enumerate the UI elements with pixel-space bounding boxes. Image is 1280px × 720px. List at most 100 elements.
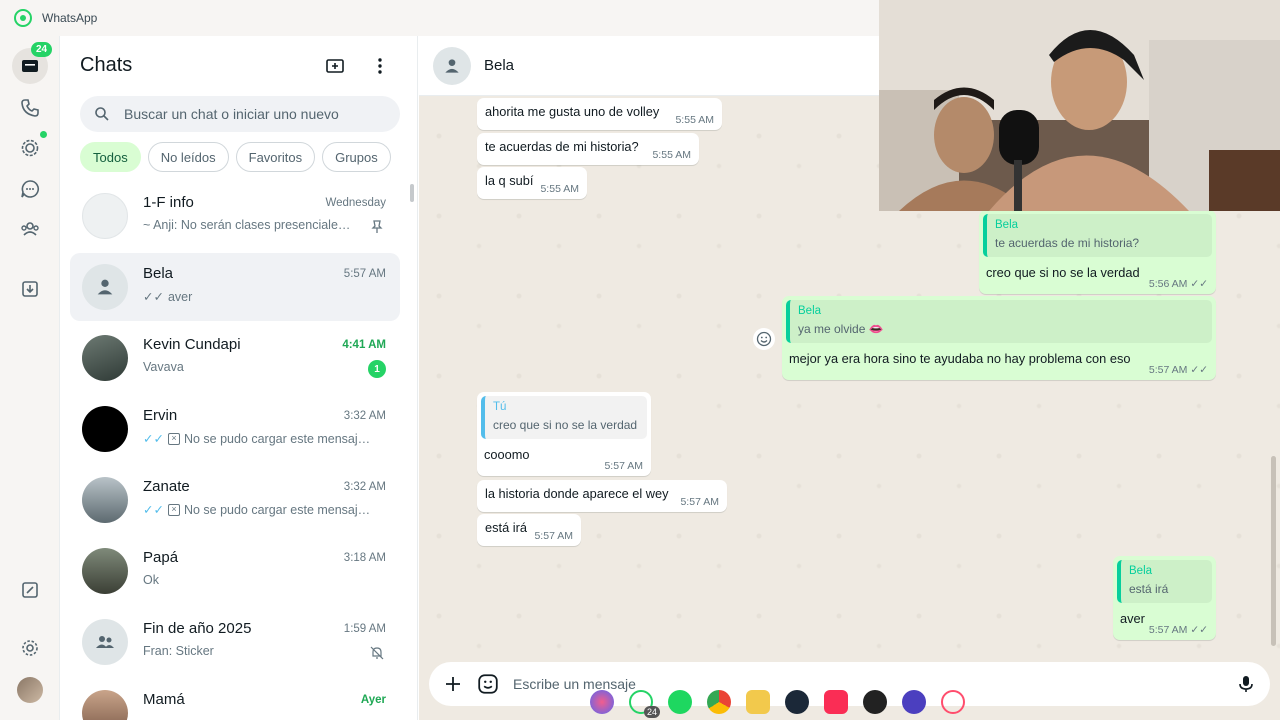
communities-nav-button[interactable] [12, 211, 48, 247]
microphone-icon[interactable] [1236, 674, 1256, 694]
message-incoming[interactable]: Tú creo que si no se la verdad cooomo 5:… [477, 392, 651, 476]
message-text: está irá [485, 520, 527, 535]
message-text: mejor ya era hora sino te ayudaba no hay… [789, 351, 1131, 366]
muted-bell-icon [370, 646, 384, 660]
status-icon [21, 139, 39, 157]
filter-groups[interactable]: Grupos [322, 142, 391, 172]
chat-item-zanate[interactable]: Zanate 3:32 AM ✓✓ × No se pudo cargar es… [70, 466, 400, 534]
conversation-scrollbar[interactable] [1271, 456, 1276, 646]
chrome-app-icon[interactable] [707, 690, 731, 714]
quoted-text: está irá [1129, 582, 1169, 596]
quoted-author: Bela [1129, 565, 1153, 577]
quoted-message[interactable]: Tú creo que si no se la verdad [481, 396, 647, 439]
chat-list-menu-button[interactable] [368, 54, 392, 78]
sticker-emoji-icon[interactable] [477, 673, 499, 695]
message-outgoing[interactable]: Bela ya me olvide 👄 mejor ya era hora si… [782, 296, 1216, 380]
chat-item-mama[interactable]: Mamá Ayer [70, 679, 400, 720]
chat-time: Wednesday [325, 197, 386, 209]
search-bar[interactable] [80, 96, 400, 132]
react-emoji-button[interactable] [753, 328, 775, 350]
chat-item-kevin[interactable]: Kevin Cundapi 4:41 AM Vavava 1 [70, 324, 400, 392]
message-incoming[interactable]: ahorita me gusta uno de volley 5:55 AM [477, 98, 722, 130]
message-incoming[interactable]: la q subí 5:55 AM [477, 167, 587, 199]
unread-count-badge: 1 [368, 360, 386, 378]
avatar [82, 335, 128, 381]
taskbar: 24 [580, 684, 1050, 720]
settings-nav-button[interactable] [12, 630, 48, 666]
steam-app-icon[interactable] [785, 690, 809, 714]
quoted-author: Bela [798, 305, 822, 317]
chat-list-scrollbar[interactable] [410, 184, 414, 202]
quoted-message[interactable]: Bela ya me olvide 👄 [786, 300, 1212, 343]
message-text: cooomo [484, 447, 530, 462]
channels-nav-button[interactable] [12, 171, 48, 207]
default-avatar-icon [82, 264, 128, 310]
search-input[interactable] [124, 106, 374, 122]
attach-plus-icon[interactable] [443, 674, 463, 694]
chat-item-fin-de-ano[interactable]: Fin de año 2025 1:59 AM Fran: Sticker [70, 608, 400, 676]
quoted-message[interactable]: Bela te acuerdas de mi historia? [983, 214, 1212, 257]
default-avatar-icon [433, 47, 471, 85]
chat-last-message: Fran: Sticker [143, 644, 214, 658]
chat-name: Ervin [143, 407, 178, 424]
message-time: 5:57 AM ✓✓ [1148, 364, 1208, 376]
discord-app-icon[interactable] [590, 690, 614, 714]
avatar [82, 193, 128, 239]
webcam-feed-image [879, 0, 1280, 211]
new-chat-button[interactable] [323, 54, 347, 78]
message-time: 5:55 AM [652, 149, 691, 161]
message-text: la historia donde aparece el wey [485, 486, 669, 501]
profile-avatar [17, 677, 43, 703]
message-time: 5:55 AM [675, 114, 714, 126]
message-outgoing[interactable]: Bela está irá aver 5:57 AM ✓✓ [1113, 556, 1216, 640]
obs-app-icon[interactable] [902, 690, 926, 714]
chat-name: Kevin Cundapi [143, 336, 241, 353]
channels-icon [21, 180, 39, 198]
chat-item-bela[interactable]: Bela 5:57 AM ✓✓ aver [70, 253, 400, 321]
communities-icon [21, 222, 39, 236]
whatsapp-app-icon[interactable]: 24 [629, 690, 660, 718]
chat-item-1f-info[interactable]: 1-F info Wednesday ~ Anji: No serán clas… [70, 182, 400, 250]
message-incoming[interactable]: te acuerdas de mi historia? 5:55 AM [477, 133, 699, 165]
spotify-app-icon[interactable] [668, 690, 692, 714]
message-text: te acuerdas de mi historia? [485, 139, 639, 154]
chats-unread-badge: 24 [31, 42, 53, 57]
music-app-icon[interactable] [824, 690, 848, 714]
group-avatar-icon [82, 619, 128, 665]
message-text: la q subí [485, 173, 534, 188]
chat-time: 3:18 AM [343, 552, 386, 564]
message-outgoing[interactable]: Bela te acuerdas de mi historia? creo qu… [979, 210, 1216, 294]
profile-button[interactable] [12, 672, 48, 708]
chat-time: 3:32 AM [343, 410, 386, 422]
taskbar-badge: 24 [643, 706, 660, 718]
message-text: ahorita me gusta uno de volley [485, 104, 660, 119]
message-incoming[interactable]: está irá 5:57 AM [477, 514, 581, 546]
filter-unread[interactable]: No leídos [147, 142, 229, 172]
calls-nav-button[interactable] [12, 90, 48, 126]
chats-heading: Chats [80, 54, 133, 76]
message-time: 5:55 AM [540, 183, 579, 195]
archived-nav-button[interactable] [12, 271, 48, 307]
filter-all[interactable]: Todos [80, 142, 141, 172]
quoted-message[interactable]: Bela está irá [1117, 560, 1212, 603]
gear-icon [22, 640, 38, 656]
opera-app-icon[interactable] [941, 690, 965, 714]
quoted-text: te acuerdas de mi historia? [995, 236, 1140, 250]
status-new-dot [40, 131, 47, 138]
chat-time: 5:57 AM [343, 268, 386, 280]
filter-favorites[interactable]: Favoritos [235, 142, 316, 172]
edit-chat-icon [22, 582, 38, 598]
navigation-rail: 24 [0, 36, 60, 720]
read-ticks-icon: ✓✓ [1190, 278, 1208, 290]
avatar [82, 477, 128, 523]
edit-nav-button[interactable] [12, 572, 48, 608]
chat-last-message: ✓✓ × No se pudo cargar este mensaj… [143, 502, 371, 518]
file-explorer-icon[interactable] [746, 690, 770, 714]
quoted-text: ya me olvide 👄 [798, 322, 884, 336]
chat-item-papa[interactable]: Papá 3:18 AM Ok [70, 537, 400, 605]
chat-item-ervin[interactable]: Ervin 3:32 AM ✓✓ × No se pudo cargar est… [70, 395, 400, 463]
game-app-icon[interactable] [863, 690, 887, 714]
message-incoming[interactable]: la historia donde aparece el wey 5:57 AM [477, 480, 727, 512]
chat-name: Bela [143, 265, 174, 282]
search-icon [95, 107, 109, 121]
